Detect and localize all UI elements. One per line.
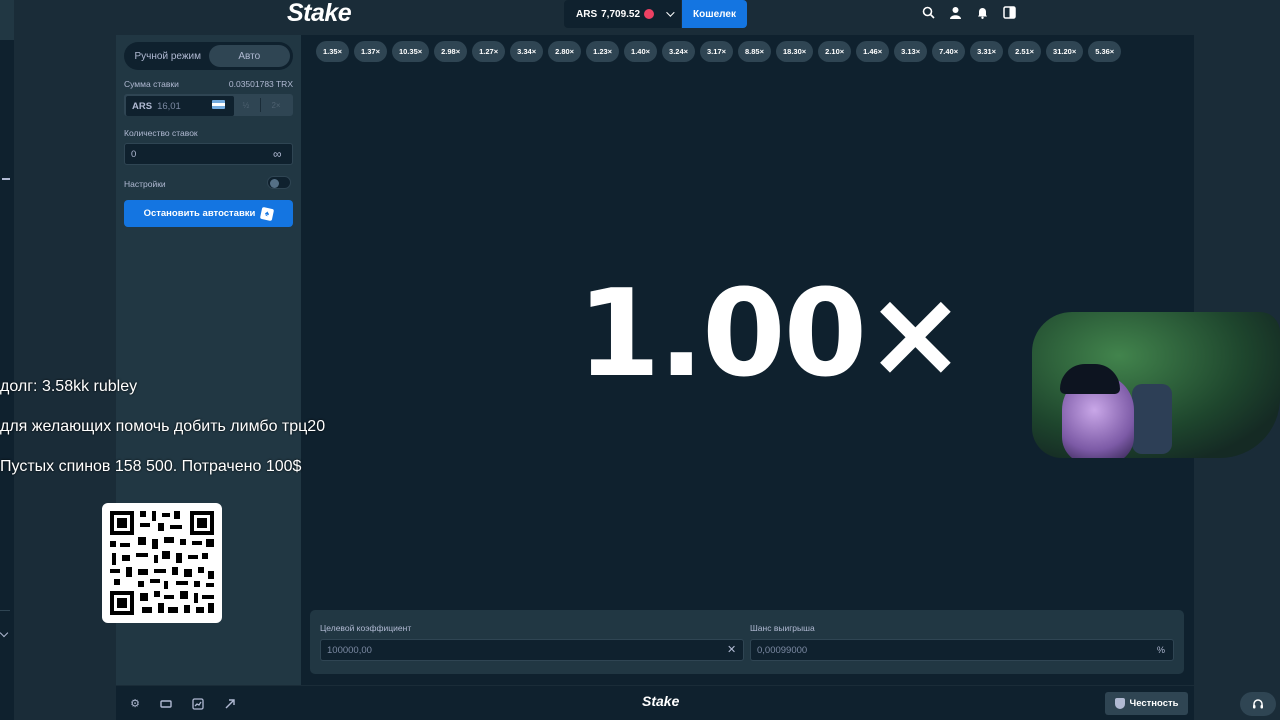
history-chip[interactable]: 5.36× (1088, 41, 1122, 62)
sidebar-top-block[interactable] (0, 0, 14, 40)
overlay-help-text: для желающих помочь добить лимбо трц20 (0, 418, 326, 435)
target-multiplier-label: Целевой коэффициент (320, 623, 412, 633)
balance-currency: ARS (576, 8, 598, 20)
settings-label: Настройки (124, 179, 166, 189)
check-icon (0, 628, 9, 638)
left-collapsed-sidebar (0, 0, 14, 720)
webcam-chair (1132, 384, 1172, 454)
balance-amount: 7,709.52 (601, 8, 641, 20)
wallet-button[interactable]: Кошелек (682, 0, 747, 28)
mode-switch: Ручной режим Авто (124, 42, 293, 70)
gear-icon[interactable]: ⚙ (129, 698, 141, 710)
streamer-webcam (1032, 312, 1280, 458)
history-chip[interactable]: 1.23× (586, 41, 620, 62)
top-icons (921, 6, 1016, 20)
history-chip[interactable]: 1.46× (856, 41, 890, 62)
fairness-label: Честность (1129, 698, 1179, 709)
bet-amount-label: Сумма ставки (124, 79, 179, 89)
result-multiplier: 1.00× (577, 265, 966, 404)
sidebar-divider (2, 178, 10, 180)
history-chip[interactable]: 1.40× (624, 41, 658, 62)
argentina-flag-icon (212, 100, 225, 109)
history-chip[interactable]: 3.34× (510, 41, 544, 62)
history-chip[interactable]: 10.35× (391, 41, 430, 62)
overlay-spins-text: Пустых спинов 158 500. Потрачено 100$ (0, 458, 302, 475)
stake-logo[interactable]: Stake (287, 0, 352, 26)
multiplier-history: 1.35× 1.37× 10.35× 2.98× 1.27× 3.34× 2.80× 1.23… (316, 41, 1122, 62)
shield-icon (1114, 698, 1125, 709)
double-bet-button[interactable]: 2× (264, 97, 288, 113)
history-chip[interactable]: 2.51× (1008, 41, 1042, 62)
webcam-cap (1060, 364, 1120, 394)
win-chance-label: Шанс выигрыша (750, 623, 815, 633)
history-chip[interactable]: 8.85× (738, 41, 771, 62)
bet-currency: ARS (132, 100, 153, 112)
history-chip[interactable]: 2.80× (548, 41, 582, 62)
footer-stake-logo: Stake (642, 693, 680, 709)
headset-icon (1253, 699, 1263, 709)
history-chip[interactable]: 1.27× (472, 41, 506, 62)
history-chip[interactable]: 18.30× (775, 41, 814, 62)
settings-toggle[interactable] (267, 176, 291, 189)
history-chip[interactable]: 3.17× (700, 41, 733, 62)
history-chip[interactable]: 3.31× (970, 41, 1004, 62)
bet-amount-crypto: 0.03501783 TRX (228, 79, 293, 89)
sidebar-toggle-icon[interactable] (1002, 6, 1016, 20)
tab-manual[interactable]: Ручной режим (127, 45, 209, 67)
user-icon[interactable] (948, 6, 962, 20)
bet-value: 16,01 (157, 100, 181, 112)
history-chip[interactable]: 1.35× (316, 41, 349, 62)
balance-selector[interactable]: ARS 7,709.52 (564, 0, 681, 28)
theatre-mode-icon[interactable] (160, 698, 172, 710)
stats-chart-icon[interactable] (192, 698, 204, 710)
support-headset-button[interactable] (1240, 692, 1276, 716)
sidebar-divider-bottom (0, 610, 10, 611)
target-multiplier-input[interactable]: 100000,00 (320, 639, 744, 661)
close-icon[interactable]: ✕ (727, 643, 736, 656)
history-chip[interactable]: 1.37× (353, 41, 387, 62)
chevron-down-icon (666, 8, 675, 17)
half-bet-button[interactable]: ½ (234, 97, 258, 113)
stop-autobet-button[interactable]: Остановить автоставки ♠ (124, 200, 293, 227)
trx-coin-icon (644, 9, 655, 19)
history-chip[interactable]: 3.24× (662, 41, 696, 62)
bet-count-input[interactable]: 0 (124, 143, 293, 165)
search-icon[interactable] (921, 6, 935, 20)
history-chip[interactable]: 3.13× (894, 41, 928, 62)
qr-code-image (110, 511, 214, 615)
win-chance-input[interactable]: 0,00099000 (750, 639, 1174, 661)
history-chip[interactable]: 31.20× (1046, 41, 1084, 62)
cards-icon: ♠ (260, 206, 275, 221)
bell-icon[interactable] (975, 6, 989, 20)
tab-auto[interactable]: Авто (208, 45, 290, 67)
overlay-debt-text: долг: 3.58kk rubley (0, 378, 138, 395)
divider (260, 98, 261, 112)
toggle-knob (270, 178, 279, 188)
percent-icon: % (1157, 645, 1166, 655)
infinity-icon[interactable]: ∞ (273, 147, 282, 161)
stop-autobet-label: Остановить автоставки (143, 208, 256, 219)
history-chip[interactable]: 7.40× (932, 41, 966, 62)
bet-count-label: Количество ставок (124, 128, 198, 138)
popout-icon[interactable] (224, 698, 236, 710)
history-chip[interactable]: 2.10× (818, 41, 852, 62)
fairness-button[interactable]: Честность (1105, 692, 1188, 715)
qr-code (102, 503, 222, 623)
history-chip[interactable]: 2.98× (434, 41, 468, 62)
